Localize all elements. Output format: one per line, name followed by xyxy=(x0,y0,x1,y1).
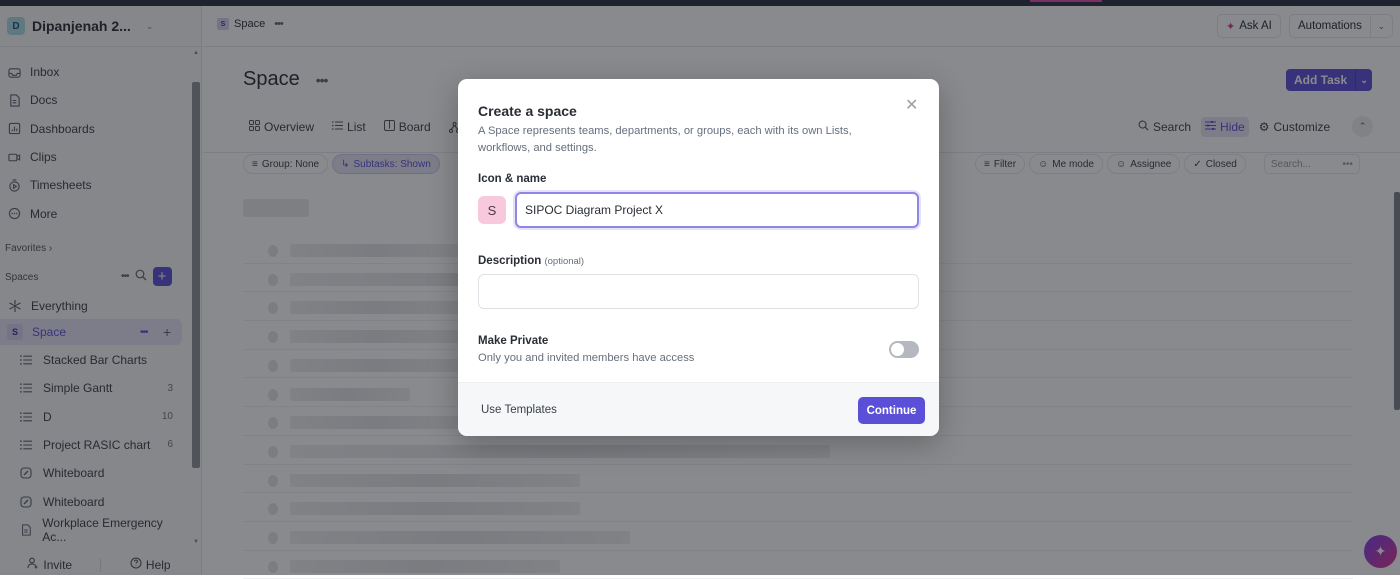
description-label-text: Description xyxy=(478,255,542,267)
make-private-toggle[interactable] xyxy=(889,341,919,358)
modal-footer: Use Templates Continue xyxy=(458,382,939,436)
use-templates-button[interactable]: Use Templates xyxy=(481,404,557,416)
space-name-input[interactable] xyxy=(515,192,919,228)
make-private-subtitle: Only you and invited members have access xyxy=(478,352,695,364)
modal-title: Create a space xyxy=(478,103,577,119)
make-private-title: Make Private xyxy=(478,335,549,347)
optional-hint: (optional) xyxy=(544,256,585,267)
space-icon-picker[interactable]: S xyxy=(478,196,506,224)
toggle-knob xyxy=(891,343,904,356)
close-icon[interactable]: ✕ xyxy=(905,98,918,114)
icon-name-label: Icon & name xyxy=(478,173,547,185)
continue-button[interactable]: Continue xyxy=(858,397,925,424)
description-label: Description (optional) xyxy=(478,255,584,267)
create-space-modal: ✕ Create a space A Space represents team… xyxy=(458,79,939,436)
description-input[interactable] xyxy=(478,274,919,309)
modal-description: A Space represents teams, departments, o… xyxy=(478,125,852,154)
